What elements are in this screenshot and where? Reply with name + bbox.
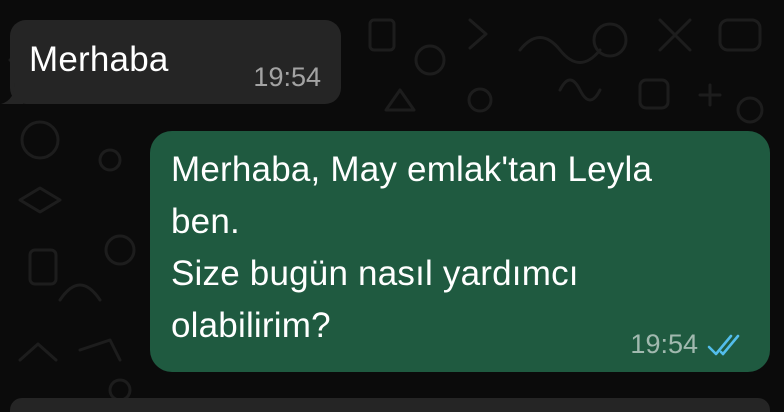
- incoming-message-bubble[interactable]: Merhaba 19:54: [1, 20, 341, 104]
- message-meta: 19:54: [630, 329, 748, 360]
- message-text: Merhaba, May emlak'tan Leyla ben. Size b…: [171, 150, 653, 345]
- message-time: 19:54: [630, 329, 698, 359]
- next-message-bubble-edge: [10, 398, 770, 412]
- message-time: 19:54: [253, 62, 321, 92]
- message-text: Merhaba: [29, 40, 169, 79]
- message-meta: 19:54: [253, 62, 321, 93]
- incoming-bubble-tail: [1, 82, 23, 104]
- outgoing-message-bubble[interactable]: Merhaba, May emlak'tan Leyla ben. Size b…: [150, 131, 770, 372]
- double-check-read-icon: [707, 334, 740, 355]
